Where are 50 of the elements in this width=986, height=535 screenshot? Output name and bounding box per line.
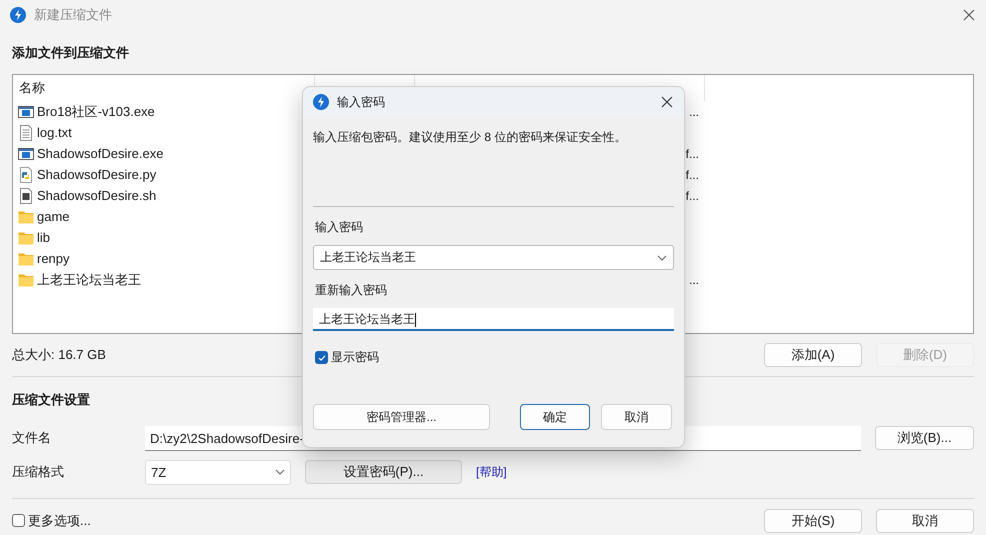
python-script-icon <box>18 166 34 182</box>
password-manager-button[interactable]: 密码管理器... <box>313 404 490 430</box>
file-name-cell[interactable]: ShadowsofDesire.py <box>13 166 415 182</box>
script-document-icon <box>18 188 34 204</box>
folder-icon <box>18 272 34 288</box>
format-dropdown[interactable]: 7Z <box>145 460 291 484</box>
application-window-icon <box>18 146 34 162</box>
path-cell-text: ... <box>688 104 699 118</box>
browse-button[interactable]: 浏览(B)... <box>875 426 974 450</box>
window-title: 新建压缩文件 <box>34 6 113 24</box>
path-cell-text: f... <box>684 168 699 182</box>
confirm-label: 重新输入密码 <box>314 282 388 299</box>
list-action-button[interactable]: 添加(A) <box>764 343 862 367</box>
folder-icon <box>18 230 34 246</box>
more-options-checkbox[interactable] <box>12 514 25 527</box>
application-window-icon <box>18 104 34 120</box>
show-password-checkbox[interactable] <box>315 351 328 364</box>
password-combo[interactable]: 上老王论坛当老王 <box>313 245 674 270</box>
caret-icon <box>657 254 667 260</box>
confirm-password-field[interactable]: 上老王论坛当老王 <box>313 308 674 331</box>
path-cell-text: f... <box>684 188 699 202</box>
cancel-button[interactable]: 取消 <box>601 404 672 430</box>
section-title: 添加文件到压缩文件 <box>12 44 129 62</box>
help-link[interactable]: [帮助] <box>476 464 507 480</box>
set-password-button[interactable]: 设置密码(P)... <box>305 460 462 484</box>
app-icon <box>313 94 329 110</box>
path-cell-text: ... <box>688 272 699 286</box>
filename-label: 文件名 <box>12 429 52 447</box>
dialog-title: 输入密码 <box>337 94 386 110</box>
password-label: 输入密码 <box>314 219 364 236</box>
format-label: 压缩格式 <box>12 463 65 481</box>
file-name-cell[interactable]: ShadowsofDesire.exe <box>13 146 415 162</box>
dialog-message: 输入压缩包密码。建议使用至少 8 位的密码来保证安全性。 <box>313 129 628 146</box>
total-size-label: 总大小: 16.7 GB <box>12 346 106 364</box>
caret-icon <box>275 469 285 475</box>
footer-button[interactable]: 取消 <box>876 508 974 532</box>
more-options-label[interactable]: 更多选项... <box>28 512 91 530</box>
close-icon[interactable] <box>660 95 674 109</box>
app-icon <box>10 7 26 23</box>
folder-icon <box>18 250 34 266</box>
file-name-cell[interactable]: ShadowsofDesire.sh <box>13 188 415 204</box>
text-cursor <box>415 312 416 327</box>
ok-button[interactable]: 确定 <box>520 404 590 430</box>
section-title: 压缩文件设置 <box>12 391 90 409</box>
text-document-icon <box>18 124 34 140</box>
close-icon[interactable] <box>962 8 976 22</box>
show-password-label[interactable]: 显示密码 <box>331 349 379 366</box>
footer-button[interactable]: 开始(S) <box>764 508 862 532</box>
path-cell-text: f... <box>684 146 699 160</box>
folder-icon <box>18 208 34 224</box>
